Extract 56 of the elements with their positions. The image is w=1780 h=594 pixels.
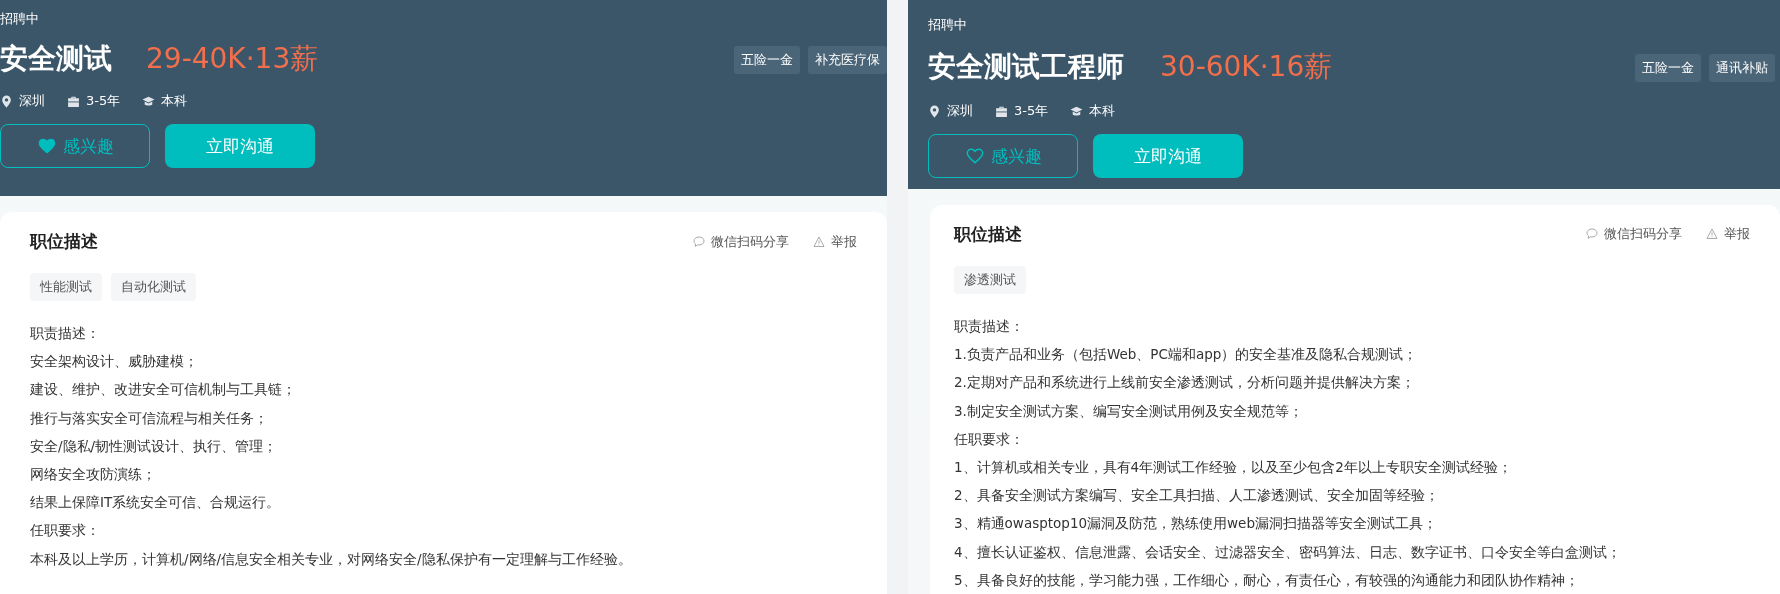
location-pin-icon	[928, 104, 941, 118]
description-line: 5、具备良好的技能，学习能力强，工作细心，耐心，有责任心，有较强的沟通能力和团队协作精神；	[954, 570, 1580, 590]
job-city: 深圳	[947, 102, 973, 120]
description-line: 任职要求：	[30, 521, 101, 541]
report-link[interactable]: 举报	[831, 232, 857, 251]
benefit-tag: 五险一金	[734, 46, 800, 74]
benefit-tag: 补充医疗保	[808, 46, 887, 74]
location-pin-icon	[0, 94, 13, 108]
description-line: 2、具备安全测试方案编写、安全工具扫描、人工渗透测试、安全加固等经验；	[954, 486, 1440, 506]
job-status: 招聘中	[928, 16, 967, 34]
graduation-cap-icon	[142, 94, 156, 108]
heart-icon	[36, 136, 57, 156]
heart-icon	[964, 146, 985, 166]
benefit-tag: 五险一金	[1635, 54, 1701, 82]
warning-icon	[1706, 228, 1718, 241]
salary: 29-40K·13薪	[146, 41, 319, 77]
warning-icon	[813, 235, 825, 248]
benefit-tag: 通讯补贴	[1709, 54, 1775, 82]
description-line: 1.负责产品和业务（包括Web、PC端和app）的安全基准及隐私合规测试；	[954, 345, 1419, 365]
description-line: 3.制定安全测试方案、编写安全测试用例及安全规范等；	[954, 401, 1304, 421]
description-line: 结果上保障IT系统安全可信、合规运行。	[30, 493, 282, 513]
job-title: 安全测试工程师	[928, 49, 1124, 85]
description-line: 本科及以上学历，计算机/网络/信息安全相关专业，对网络安全/隐私保护有一定理解与工作经验。	[30, 549, 633, 569]
description-line: 1、计算机或相关专业，具有4年测试工作经验，以及至少包含2年以上专职安全测试经验；	[954, 458, 1513, 477]
briefcase-icon	[67, 94, 80, 108]
description-line: 3、精通owasptop10漏洞及防范，熟练使用web漏洞扫描器等安全测试工具；	[954, 514, 1438, 534]
job-title: 安全测试	[0, 41, 112, 77]
description-line: 任职要求：	[954, 429, 1025, 449]
report-link[interactable]: 举报	[1724, 225, 1750, 244]
description-line: 2.定期对产品和系统进行上线前安全渗透测试，分析问题并提供解决方案；	[954, 373, 1416, 393]
job-degree: 本科	[1089, 102, 1116, 120]
job-experience: 3-5年	[1014, 102, 1049, 120]
graduation-cap-icon	[1070, 104, 1084, 118]
description-line: 推行与落实安全可信流程与相关任务；	[30, 408, 269, 428]
share-link[interactable]: 微信扫码分享	[711, 232, 789, 251]
description-line: 职责描述：	[30, 324, 101, 343]
skill-tag: 渗透测试	[954, 265, 1026, 294]
job-city: 深圳	[19, 92, 45, 110]
briefcase-icon	[995, 104, 1008, 118]
description-line: 4、擅长认证鉴权、信息泄露、会话安全、过滤器安全、密码算法、日志、数字证书、口令安全等白盒测试；	[954, 542, 1622, 562]
job-degree: 本科	[161, 92, 188, 110]
skill-tag: 自动化测试	[111, 273, 196, 301]
section-heading: 职位描述	[30, 230, 98, 253]
share-link[interactable]: 微信扫码分享	[1604, 225, 1682, 244]
salary: 30-60K·16薪	[1160, 49, 1333, 85]
description-line: 职责描述：	[954, 316, 1025, 336]
section-heading: 职位描述	[954, 222, 1022, 246]
chat-bubble-icon	[1586, 228, 1598, 241]
job-status: 招聘中	[0, 10, 39, 28]
description-line: 安全/隐私/韧性测试设计、执行、管理；	[30, 436, 279, 456]
job-experience: 3-5年	[86, 92, 121, 110]
skill-tag: 性能测试	[30, 273, 102, 301]
description-line: 建设、维护、改进安全可信机制与工具链；	[30, 380, 297, 400]
chat-bubble-icon	[693, 235, 705, 248]
description-line: 网络安全攻防演练；	[30, 465, 157, 484]
description-line: 安全架构设计、威胁建模；	[30, 352, 199, 372]
